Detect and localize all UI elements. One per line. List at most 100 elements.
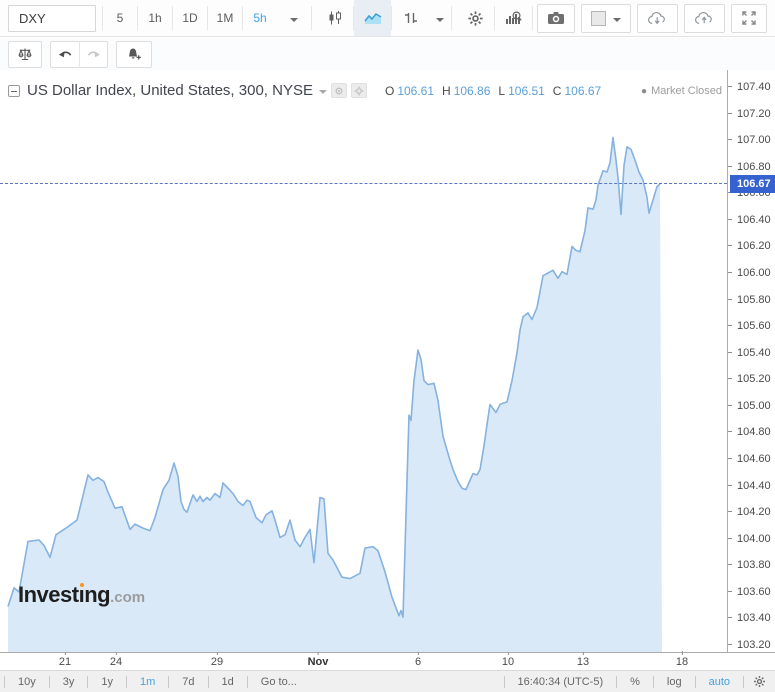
hide-series-button[interactable]	[331, 83, 347, 98]
price-scale[interactable]: 107.40 107.20 107.00 106.80 106.60 106.4…	[728, 70, 775, 652]
compare-button[interactable]	[8, 41, 42, 68]
candlestick-icon	[326, 10, 344, 26]
price-tick-label: 107.20	[737, 108, 771, 120]
ohlc-readout: O 106.61 H 106.86 L 106.51 C 106.67	[377, 84, 601, 98]
range-button-1y[interactable]: 1y	[88, 676, 126, 688]
create-alert-button[interactable]	[116, 41, 152, 68]
high-label: H	[442, 84, 451, 98]
chart-legend-header: US Dollar Index, United States, 300, NYS…	[8, 82, 601, 99]
indicators-button[interactable]	[495, 0, 532, 36]
symbol-dropdown-icon[interactable]	[319, 90, 327, 98]
investing-logo: Investıng.com	[18, 582, 145, 608]
collapse-legend-icon[interactable]	[8, 85, 20, 97]
chevron-down-icon	[613, 18, 621, 26]
price-tick-label: 103.60	[737, 586, 771, 598]
auto-scale-button[interactable]: auto	[696, 676, 743, 688]
price-tick-label: 103.20	[737, 639, 771, 651]
price-tick-label: 105.80	[737, 294, 771, 306]
eye-icon	[333, 85, 345, 97]
interval-button-5[interactable]: 5	[103, 0, 137, 36]
layout-square-icon	[591, 11, 606, 26]
range-button-7d[interactable]: 7d	[169, 676, 207, 688]
area-chart-icon	[363, 11, 383, 26]
fullscreen-button[interactable]	[731, 4, 767, 33]
area-fill	[8, 138, 662, 653]
cloud-download-icon	[647, 11, 668, 26]
bottom-toolbar: 10y 3y 1y 1m 7d 1d Go to... 16:40:34 (UT…	[0, 670, 775, 692]
symbol-input[interactable]: DXY	[8, 5, 96, 32]
price-tick-label: 105.40	[737, 347, 771, 359]
load-chart-button[interactable]	[637, 4, 678, 33]
chart-title: US Dollar Index, United States, 300, NYS…	[27, 82, 313, 99]
chart-properties-button[interactable]	[457, 0, 494, 36]
top-toolbar: DXY 5 1h 1D 1M 5h	[0, 0, 775, 37]
undo-button[interactable]	[51, 41, 79, 68]
interval-dropdown-button[interactable]	[277, 0, 311, 36]
price-tick-label: 106.40	[737, 214, 771, 226]
scales-icon	[17, 46, 33, 62]
chevron-down-icon	[436, 18, 444, 26]
snapshot-button[interactable]	[537, 4, 575, 33]
price-tick-label: 104.20	[737, 506, 771, 518]
price-tick-label: 103.80	[737, 559, 771, 571]
background-layout-button[interactable]	[581, 4, 631, 33]
interval-button-1m[interactable]: 1M	[208, 0, 242, 36]
interval-button-1d[interactable]: 1D	[173, 0, 207, 36]
price-tick-label: 106.80	[737, 161, 771, 173]
series-settings-button[interactable]	[351, 83, 367, 98]
minus-glyph	[11, 91, 17, 92]
line-style-chart-type-button[interactable]	[392, 0, 429, 36]
last-price-dashed-line	[0, 183, 727, 184]
price-tick-label: 106.00	[737, 267, 771, 279]
gear-icon	[467, 10, 484, 27]
save-chart-button[interactable]	[684, 4, 725, 33]
range-button-10y[interactable]: 10y	[5, 676, 49, 688]
goto-date-button[interactable]: Go to...	[248, 676, 310, 688]
price-tick-label: 104.40	[737, 480, 771, 492]
gear-icon	[353, 85, 365, 97]
toolbar-separator	[532, 6, 533, 30]
line-break-icon	[403, 10, 419, 26]
chevron-down-icon	[290, 18, 298, 26]
log-scale-button[interactable]: log	[654, 676, 695, 688]
interval-button-1h[interactable]: 1h	[138, 0, 172, 36]
scale-settings-button[interactable]	[744, 675, 775, 688]
time-tick-label: 24	[110, 656, 122, 668]
price-tick-label: 104.60	[737, 453, 771, 465]
price-tick-label: 107.40	[737, 81, 771, 93]
low-value: 106.51	[508, 84, 545, 98]
time-tick-label: 21	[59, 656, 71, 668]
time-tick-label: 13	[577, 656, 589, 668]
gear-icon	[753, 675, 766, 688]
range-button-1d[interactable]: 1d	[209, 676, 247, 688]
high-value: 106.86	[454, 84, 491, 98]
clock-timezone-button[interactable]: 16:40:34 (UTC-5)	[505, 676, 617, 688]
price-tick-label: 105.00	[737, 400, 771, 412]
redo-arrow-icon	[85, 48, 102, 61]
price-tick-label: 107.00	[737, 134, 771, 146]
percent-scale-button[interactable]: %	[617, 676, 653, 688]
time-tick-label: 18	[676, 656, 688, 668]
redo-button-disabled[interactable]	[79, 41, 107, 68]
interval-button-5h-active[interactable]: 5h	[243, 0, 277, 36]
logo-orange-dot	[80, 583, 84, 587]
undo-redo-group	[50, 41, 108, 68]
undo-arrow-icon	[57, 48, 74, 61]
area-chart-type-button[interactable]	[354, 0, 391, 36]
candlestick-chart-type-button[interactable]	[316, 0, 353, 36]
range-button-1m-active[interactable]: 1m	[127, 676, 168, 688]
time-scale[interactable]: 21 24 29 Nov 6 10 13 18	[0, 653, 727, 671]
cloud-upload-icon	[694, 11, 715, 26]
price-tick-label: 106.20	[737, 240, 771, 252]
price-tick-label: 104.80	[737, 426, 771, 438]
open-label: O	[385, 84, 394, 98]
market-status-badge: ●Market Closed	[641, 85, 722, 97]
bottom-toolbar-right: 16:40:34 (UTC-5) % log auto	[504, 675, 775, 688]
chart-pane[interactable]: US Dollar Index, United States, 300, NYS…	[0, 70, 727, 652]
price-area-chart[interactable]	[0, 70, 727, 652]
chart-type-dropdown-button[interactable]	[429, 0, 451, 36]
price-tick-label: 105.20	[737, 373, 771, 385]
range-button-3y[interactable]: 3y	[50, 676, 88, 688]
secondary-toolbar	[0, 38, 775, 70]
top-toolbar-right-group	[537, 0, 775, 37]
